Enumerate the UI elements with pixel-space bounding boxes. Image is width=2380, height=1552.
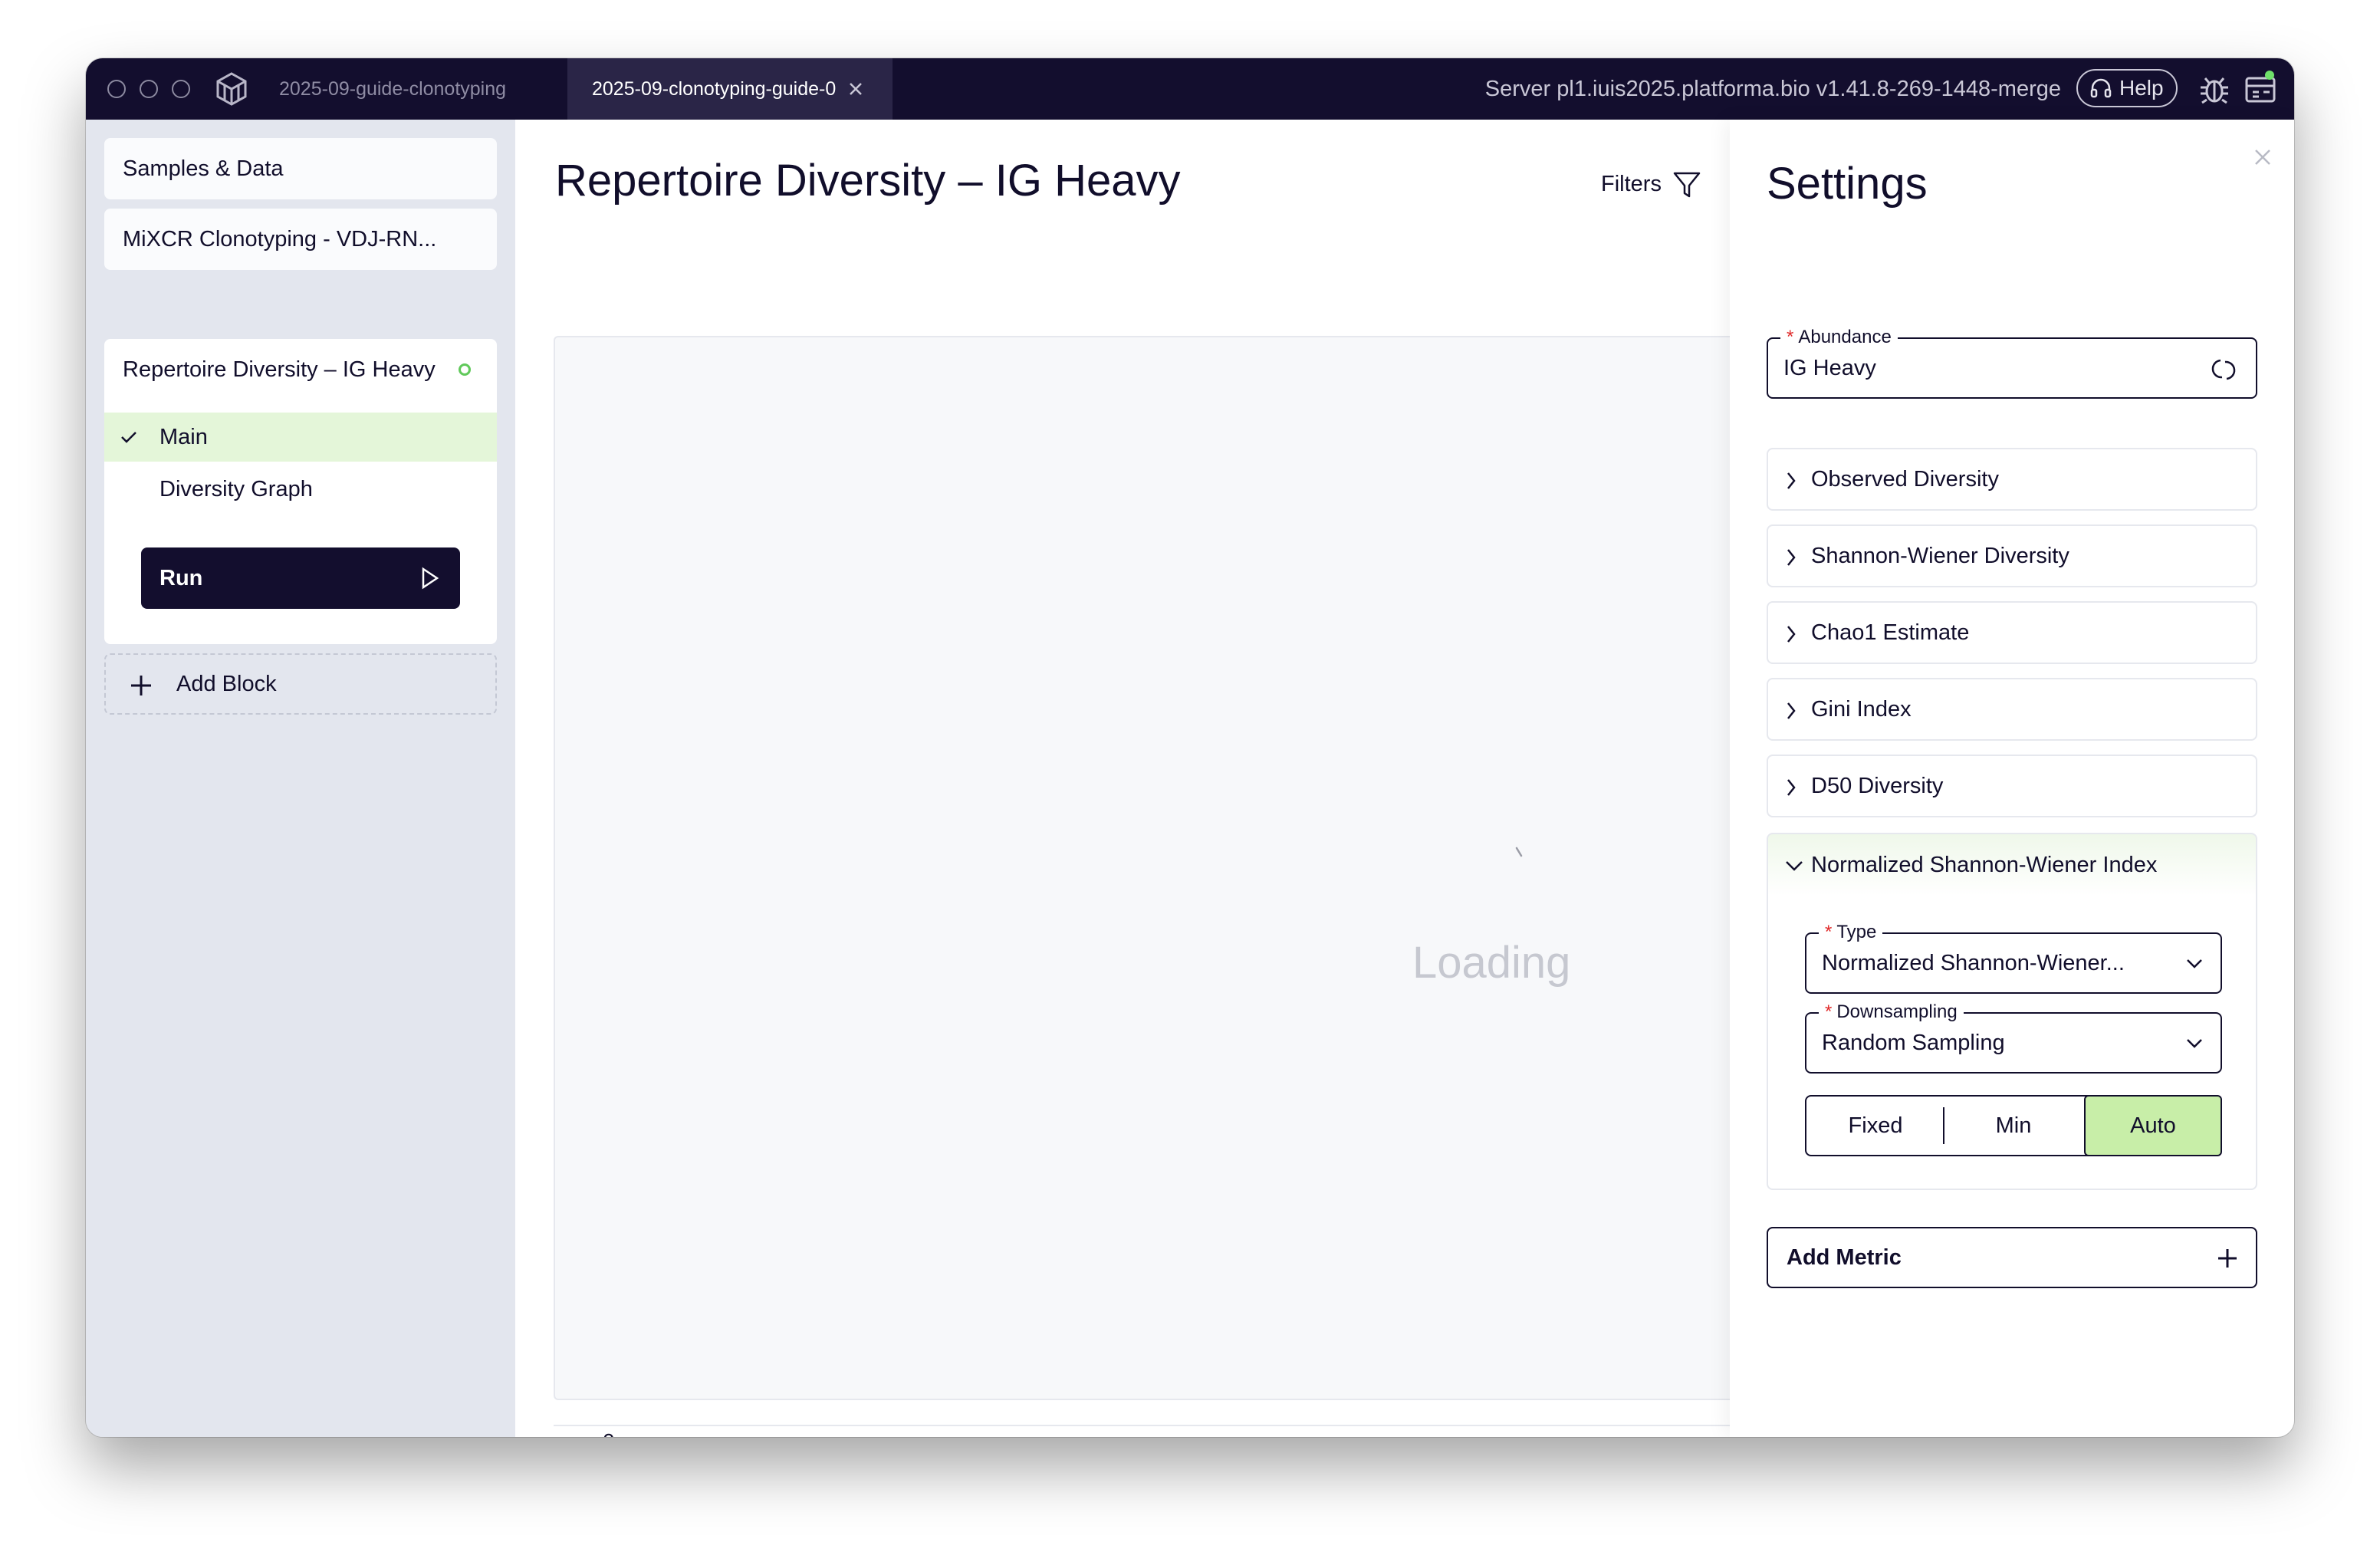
sidebar-block-repertoire-diversity: Repertoire Diversity – IG Heavy Main Div… [104, 339, 497, 644]
chevron-right-icon [1787, 472, 1796, 489]
type-select[interactable]: * Type Normalized Shannon-Wiener... [1805, 921, 2222, 994]
window-minimize-control[interactable] [140, 80, 158, 98]
loading-spinner-icon [1515, 847, 1523, 857]
chevron-right-icon [1787, 779, 1796, 796]
results-table[interactable] [554, 336, 1750, 1400]
close-icon[interactable] [2251, 146, 2274, 169]
chevron-right-icon [1787, 549, 1796, 566]
metric-d50-diversity[interactable]: D50 Diversity [1767, 755, 2257, 817]
metric-label: Gini Index [1811, 697, 1912, 722]
window-close-control[interactable] [107, 80, 126, 98]
sidebar-item-samples-data[interactable]: Samples & Data [104, 138, 497, 199]
filters-button[interactable]: Filters [1601, 169, 1701, 199]
headset-icon [2090, 78, 2112, 98]
mode-min-option[interactable]: Min [1944, 1097, 2082, 1155]
filter-icon [1673, 172, 1701, 198]
page-title: Repertoire Diversity – IG Heavy [555, 156, 1181, 206]
main-content: Repertoire Diversity – IG Heavy Filters … [515, 120, 1750, 1437]
add-block-label: Add Block [176, 672, 277, 696]
metric-label: Observed Diversity [1811, 467, 1999, 492]
table-footer-divider [554, 1425, 1750, 1426]
server-info: Server pl1.iuis2025.platforma.bio v1.41.… [1484, 77, 2061, 101]
sidebar-item-label: Main [159, 425, 208, 449]
chevron-down-icon [2187, 959, 2202, 968]
loading-text: Loading [1412, 938, 1571, 988]
window-maximize-control[interactable] [172, 80, 190, 98]
help-label: Help [2119, 76, 2164, 100]
downsampling-value: Random Sampling [1822, 1031, 2005, 1055]
abundance-value: IG Heavy [1783, 356, 1876, 380]
notification-dot [2265, 71, 2274, 80]
metric-label[interactable]: Normalized Shannon-Wiener Index [1811, 834, 2157, 896]
run-button[interactable]: Run [141, 547, 460, 609]
filters-label: Filters [1601, 172, 1662, 196]
chevron-right-icon [1787, 702, 1796, 719]
abundance-select[interactable]: * Abundance IG Heavy [1767, 326, 2257, 399]
close-icon[interactable] [845, 78, 866, 100]
sidebar-item-diversity-graph[interactable]: Diversity Graph [159, 469, 313, 509]
metric-chao1[interactable]: Chao1 Estimate [1767, 601, 2257, 664]
check-icon [121, 432, 136, 443]
tab-clonotyping-guide-0[interactable]: 2025-09-clonotyping-guide-0 [567, 58, 893, 120]
metric-label: Chao1 Estimate [1811, 620, 1970, 645]
downsampling-mode-toggle: Fixed Min Auto [1805, 1095, 2222, 1156]
plus-icon [2218, 1249, 2237, 1268]
link-icon[interactable] [2207, 354, 2240, 385]
help-button[interactable]: Help [2076, 69, 2178, 107]
plus-icon [131, 676, 151, 695]
tab-label: 2025-09-clonotyping-guide-0 [592, 78, 837, 100]
settings-panel: Settings * Abundance IG Heavy Observed Di… [1730, 120, 2294, 1437]
play-icon [422, 567, 439, 590]
add-metric-label: Add Metric [1787, 1245, 1902, 1270]
mode-auto-option[interactable]: Auto [2084, 1095, 2222, 1156]
metric-normalized-shannon-wiener: Normalized Shannon-Wiener Index * Type No… [1767, 833, 2257, 1190]
metric-label: Shannon-Wiener Diversity [1811, 544, 2069, 568]
title-bar: 2025-09-guide-clonotyping 2025-09-clonot… [86, 58, 2294, 120]
row-count: 0 rows [603, 1429, 666, 1437]
sidebar-item-mixcr[interactable]: MiXCR Clonotyping - VDJ-RN... [104, 209, 497, 270]
bug-icon[interactable] [2196, 71, 2233, 107]
metric-observed-diversity[interactable]: Observed Diversity [1767, 448, 2257, 511]
status-indicator [459, 363, 471, 376]
settings-title: Settings [1767, 159, 1928, 209]
tab-guide-clonotyping[interactable]: 2025-09-guide-clonotyping [279, 58, 506, 120]
chevron-right-icon [1787, 626, 1796, 643]
metric-label: D50 Diversity [1811, 774, 1944, 798]
app-logo-icon [216, 72, 247, 106]
type-value: Normalized Shannon-Wiener... [1822, 951, 2125, 975]
add-metric-button[interactable]: Add Metric [1767, 1227, 2257, 1288]
downsampling-select[interactable]: * Downsampling Random Sampling [1805, 1001, 2222, 1074]
chevron-down-icon[interactable] [1783, 855, 1805, 876]
sidebar-item-label: MiXCR Clonotyping - VDJ-RN... [123, 227, 437, 252]
mode-fixed-option[interactable]: Fixed [1806, 1097, 1944, 1155]
sidebar-item-main[interactable]: Main [104, 413, 497, 462]
add-block-button[interactable]: Add Block [104, 653, 497, 715]
run-label: Run [159, 566, 203, 590]
metric-shannon-wiener[interactable]: Shannon-Wiener Diversity [1767, 524, 2257, 587]
app-window: 2025-09-guide-clonotyping 2025-09-clonot… [86, 58, 2294, 1437]
chevron-down-icon [2187, 1039, 2202, 1048]
sidebar: Samples & Data MiXCR Clonotyping - VDJ-R… [86, 120, 515, 1437]
block-title[interactable]: Repertoire Diversity – IG Heavy [123, 357, 436, 383]
sidebar-item-label: Samples & Data [123, 156, 284, 181]
metric-gini-index[interactable]: Gini Index [1767, 678, 2257, 741]
